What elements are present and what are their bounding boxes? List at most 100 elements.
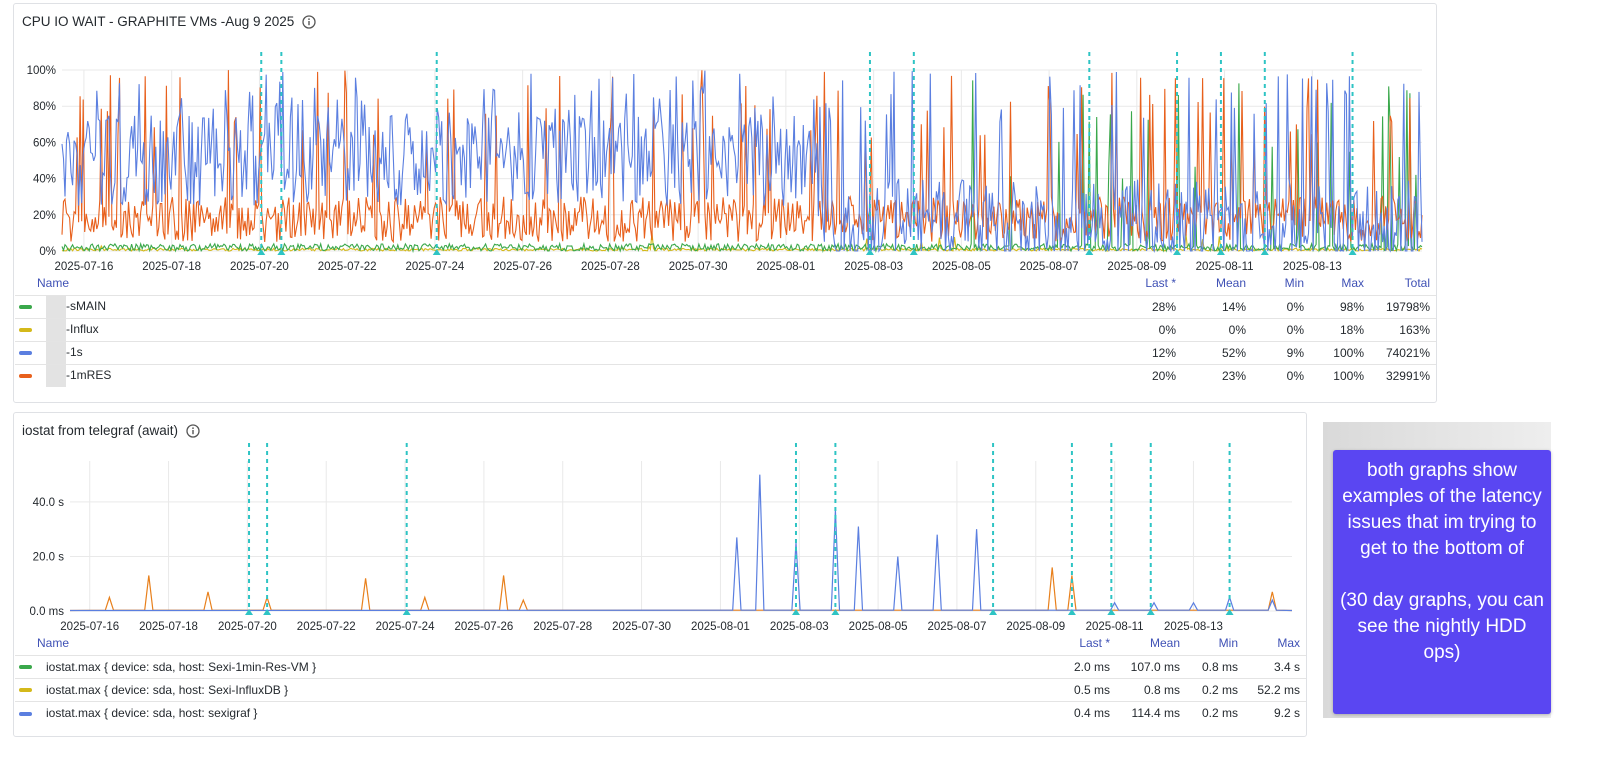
series-name: -1s	[66, 344, 83, 359]
x-tick-label: 2025-07-28	[581, 261, 640, 273]
legend-header-name[interactable]: Name	[15, 275, 1112, 295]
legend-table: Name Last * Mean Min Max Total -sMAIN 28…	[15, 275, 1436, 387]
series-min: 0.8 ms	[1186, 654, 1244, 678]
series-lines	[69, 474, 1293, 612]
series-name: iostat.max { device: sda, host: Sexi-1mi…	[46, 659, 317, 674]
series-total: 74021%	[1370, 340, 1436, 364]
series-color-swatch[interactable]	[19, 350, 32, 355]
legend-row[interactable]: -sMAIN 28% 14% 0% 98% 19798%	[15, 294, 1436, 318]
x-tick-label: 2025-07-30	[612, 621, 671, 633]
series-max: 18%	[1310, 317, 1370, 341]
x-tick-label: 2025-07-16	[60, 621, 119, 633]
legend-header-last[interactable]: Last *	[1044, 635, 1116, 655]
series-last: 0%	[1112, 317, 1182, 341]
series-min: 0.2 ms	[1186, 677, 1244, 701]
redacted-host-name	[46, 341, 66, 364]
series-mean: 0%	[1182, 317, 1252, 341]
series-total: 163%	[1370, 317, 1436, 341]
series-mean: 114.4 ms	[1116, 700, 1186, 724]
series-min: 0.2 ms	[1186, 700, 1244, 724]
x-tick-label: 2025-07-16	[55, 261, 114, 273]
series-color-swatch[interactable]	[19, 373, 32, 378]
series-line	[69, 567, 1293, 612]
series-name: iostat.max { device: sda, host: Sexi-Inf…	[46, 682, 289, 697]
legend-row[interactable]: iostat.max { device: sda, host: Sexi-Inf…	[15, 677, 1306, 701]
legend-header-mean[interactable]: Mean	[1182, 275, 1252, 295]
series-max: 9.2 s	[1244, 700, 1306, 724]
x-tick-label: 2025-07-26	[493, 261, 552, 273]
iostat-graph[interactable]: 2025-07-16 2025-07-18 2025-07-20 2025-07-22…	[14, 413, 1308, 635]
x-tick-label: 2025-07-26	[454, 621, 513, 633]
series-line	[69, 474, 1293, 612]
series-min: 0%	[1252, 294, 1310, 318]
legend-row[interactable]: iostat.max { device: sda, host: sexigraf…	[15, 700, 1306, 724]
series-max: 100%	[1310, 340, 1370, 364]
series-mean: 0.8 ms	[1116, 677, 1186, 701]
series-min: 9%	[1252, 340, 1310, 364]
x-tick-label: 2025-07-22	[318, 261, 377, 273]
x-tick-label: 2025-08-13	[1164, 621, 1223, 633]
x-tick-label: 2025-07-18	[142, 261, 201, 273]
legend-header-name[interactable]: Name	[15, 635, 1044, 655]
series-name: -sMAIN	[66, 298, 106, 313]
x-tick-label: 2025-08-13	[1283, 261, 1342, 273]
x-tick-label: 2025-07-22	[297, 621, 356, 633]
legend-header-min[interactable]: Min	[1186, 635, 1244, 655]
x-tick-label: 2025-07-24	[376, 621, 435, 633]
legend-row[interactable]: -Influx 0% 0% 0% 18% 163%	[15, 317, 1436, 341]
x-tick-label: 2025-08-05	[849, 621, 908, 633]
series-last: 20%	[1112, 363, 1182, 387]
iostat-panel: iostat from telegraf (await) 2025-07-16 2…	[13, 412, 1307, 737]
series-color-swatch[interactable]	[19, 304, 32, 309]
x-tick-label: 2025-08-09	[1006, 621, 1065, 633]
y-tick-label: 60%	[33, 137, 56, 149]
legend-header-max[interactable]: Max	[1244, 635, 1306, 655]
legend-row[interactable]: -1s 12% 52% 9% 100% 74021%	[15, 340, 1436, 364]
y-tick-label: 40.0 s	[33, 497, 65, 509]
series-lines	[61, 70, 1423, 254]
cpu-iowait-graph[interactable]: 2025-07-16 2025-07-18 2025-07-20 2025-07-22…	[14, 4, 1438, 274]
series-mean: 52%	[1182, 340, 1252, 364]
series-color-swatch[interactable]	[19, 327, 32, 332]
redacted-host-name	[46, 364, 66, 387]
series-last: 28%	[1112, 294, 1182, 318]
x-tick-label: 2025-08-07	[928, 621, 987, 633]
x-tick-label: 2025-08-11	[1196, 261, 1254, 273]
series-color-swatch[interactable]	[19, 711, 32, 716]
legend-header-mean[interactable]: Mean	[1116, 635, 1186, 655]
x-tick-label: 2025-08-09	[1107, 261, 1166, 273]
x-tick-label: 2025-08-03	[770, 621, 829, 633]
series-max: 52.2 ms	[1244, 677, 1306, 701]
series-mean: 14%	[1182, 294, 1252, 318]
x-tick-label: 2025-08-03	[844, 261, 903, 273]
x-tick-label: 2025-07-20	[230, 261, 289, 273]
legend-header-last[interactable]: Last *	[1112, 275, 1182, 295]
x-tick-label: 2025-07-28	[533, 621, 592, 633]
x-tick-label: 2025-08-01	[691, 621, 750, 633]
y-tick-label: 80%	[33, 101, 56, 113]
legend-row[interactable]: iostat.max { device: sda, host: Sexi-1mi…	[15, 654, 1306, 678]
series-min: 0%	[1252, 363, 1310, 387]
y-tick-label: 0%	[39, 246, 56, 258]
redacted-host-name	[46, 295, 66, 318]
cpu-iowait-panel: CPU IO WAIT - GRAPHITE VMs -Aug 9 2025 2…	[13, 3, 1437, 403]
x-tick-label: 2025-07-18	[139, 621, 198, 633]
y-tick-label: 0.0 ms	[29, 606, 64, 618]
y-tick-label: 20.0 s	[33, 551, 65, 563]
legend-header-max[interactable]: Max	[1310, 275, 1370, 295]
series-max: 100%	[1310, 363, 1370, 387]
series-min: 0%	[1252, 317, 1310, 341]
series-name: -1mRES	[66, 367, 112, 382]
series-color-swatch[interactable]	[19, 688, 32, 693]
legend-table: Name Last * Mean Min Max iostat.max { de…	[15, 635, 1306, 724]
series-name: -Influx	[66, 321, 99, 336]
x-tick-label: 2025-07-30	[669, 261, 728, 273]
legend-row[interactable]: -1mRES 20% 23% 0% 100% 32991%	[15, 363, 1436, 387]
x-tick-label: 2025-08-11	[1086, 621, 1144, 633]
legend-header-total[interactable]: Total	[1370, 275, 1436, 295]
legend-header-min[interactable]: Min	[1252, 275, 1310, 295]
x-tick-label: 2025-07-24	[405, 261, 464, 273]
annotation-note: both graphs show examples of the latency…	[1333, 450, 1551, 714]
series-total: 19798%	[1370, 294, 1436, 318]
series-color-swatch[interactable]	[19, 665, 32, 670]
